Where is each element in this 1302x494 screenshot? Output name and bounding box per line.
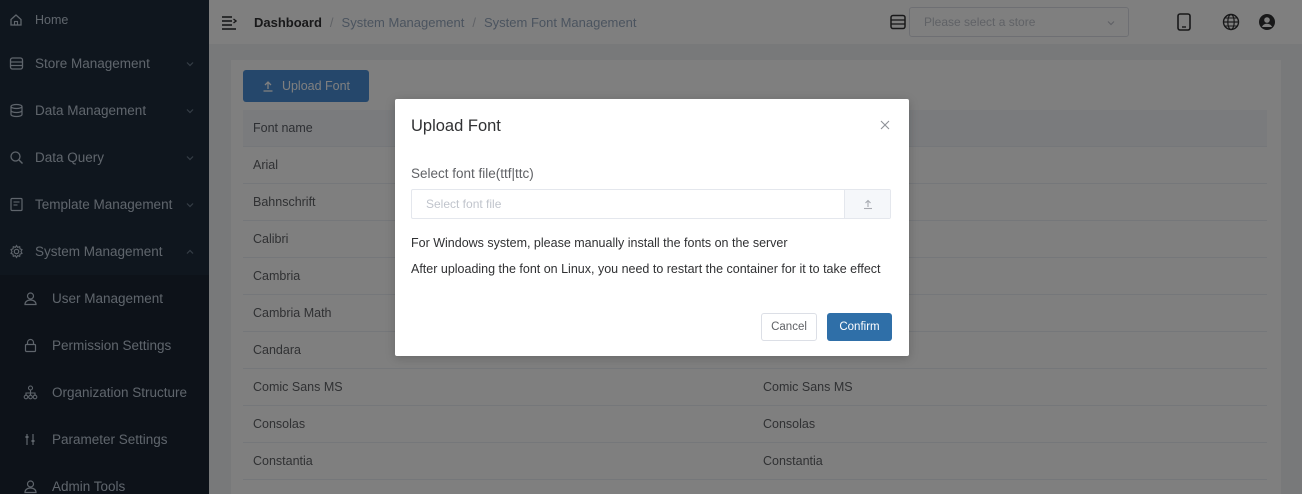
cancel-button[interactable]: Cancel (761, 313, 817, 341)
close-icon[interactable] (879, 119, 891, 131)
upload-font-dialog: Upload Font Select font file(ttf|ttc) Se… (395, 99, 909, 356)
font-file-input[interactable]: Select font file (411, 189, 891, 219)
confirm-button[interactable]: Confirm (827, 313, 892, 341)
linux-note: After uploading the font on Linux, you n… (411, 262, 881, 276)
font-file-placeholder: Select font file (426, 197, 502, 211)
file-picker-button[interactable] (844, 190, 890, 218)
dialog-title: Upload Font (411, 117, 501, 135)
windows-note: For Windows system, please manually inst… (411, 236, 788, 250)
font-file-label: Select font file(ttf|ttc) (411, 166, 534, 181)
upload-icon (863, 199, 872, 210)
